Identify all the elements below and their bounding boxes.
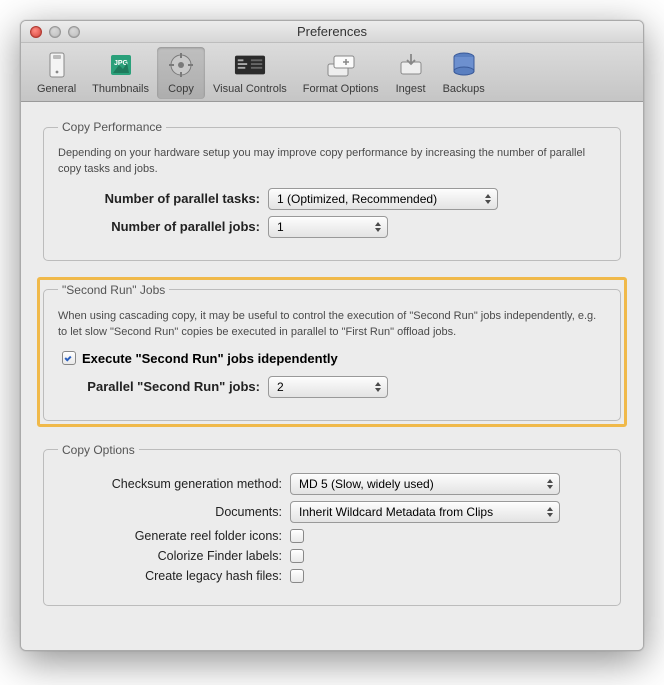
general-icon — [41, 49, 73, 81]
preferences-window: Preferences General JPG Thumbnails Copy … — [20, 20, 644, 651]
parallel-second-run-label: Parallel "Second Run" jobs: — [58, 379, 268, 394]
parallel-tasks-label: Number of parallel tasks: — [58, 191, 268, 206]
stepper-arrows-icon — [371, 217, 385, 237]
legacy-hash-label: Create legacy hash files: — [58, 569, 290, 583]
parallel-tasks-select[interactable]: 1 (Optimized, Recommended) — [268, 188, 498, 210]
toolbar-backups[interactable]: Backups — [435, 47, 493, 99]
toolbar-format-options[interactable]: Format Options — [295, 47, 387, 99]
copy-performance-desc: Depending on your hardware setup you may… — [58, 146, 606, 178]
checksum-method-label: Checksum generation method: — [58, 477, 290, 491]
toolbar: General JPG Thumbnails Copy Visual Contr… — [21, 43, 643, 102]
parallel-second-run-select[interactable]: 2 — [268, 376, 388, 398]
toolbar-copy[interactable]: Copy — [157, 47, 205, 99]
stepper-arrows-icon — [481, 189, 495, 209]
reel-icons-label: Generate reel folder icons: — [58, 529, 290, 543]
zoom-button[interactable] — [68, 26, 80, 38]
stepper-arrows-icon — [543, 474, 557, 494]
colorize-labels-checkbox[interactable] — [290, 549, 304, 563]
toolbar-thumbnails[interactable]: JPG Thumbnails — [84, 47, 157, 99]
select-value: Inherit Wildcard Metadata from Clips — [299, 505, 493, 519]
group-legend: Copy Options — [58, 443, 139, 457]
ingest-icon — [395, 49, 427, 81]
toolbar-label: Ingest — [396, 83, 426, 95]
window-title: Preferences — [21, 24, 643, 39]
second-run-desc: When using cascading copy, it may be use… — [58, 309, 606, 341]
format-options-icon — [325, 49, 357, 81]
titlebar: Preferences — [21, 21, 643, 43]
backups-icon — [448, 49, 480, 81]
close-button[interactable] — [30, 26, 42, 38]
legacy-hash-checkbox[interactable] — [290, 569, 304, 583]
documents-select[interactable]: Inherit Wildcard Metadata from Clips — [290, 501, 560, 523]
documents-label: Documents: — [58, 505, 290, 519]
toolbar-visual-controls[interactable]: Visual Controls — [205, 47, 295, 99]
select-value: 2 — [277, 380, 284, 394]
select-value: 1 — [277, 220, 284, 234]
execute-second-run-label: Execute "Second Run" jobs idependently — [82, 351, 338, 366]
thumbnails-icon: JPG — [105, 49, 137, 81]
toolbar-label: Format Options — [303, 83, 379, 95]
copy-icon — [165, 49, 197, 81]
parallel-jobs-select[interactable]: 1 — [268, 216, 388, 238]
checksum-method-select[interactable]: MD 5 (Slow, widely used) — [290, 473, 560, 495]
toolbar-label: Thumbnails — [92, 83, 149, 95]
toolbar-label: Backups — [443, 83, 485, 95]
select-value: 1 (Optimized, Recommended) — [277, 192, 437, 206]
toolbar-ingest[interactable]: Ingest — [387, 47, 435, 99]
group-legend: Copy Performance — [58, 120, 166, 134]
content-area: Copy Performance Depending on your hardw… — [21, 102, 643, 650]
toolbar-label: General — [37, 83, 76, 95]
copy-performance-group: Copy Performance Depending on your hardw… — [43, 120, 621, 261]
group-legend: "Second Run" Jobs — [58, 283, 169, 297]
second-run-highlight: "Second Run" Jobs When using cascading c… — [37, 277, 627, 427]
visual-controls-icon — [234, 49, 266, 81]
toolbar-general[interactable]: General — [29, 47, 84, 99]
colorize-labels-label: Colorize Finder labels: — [58, 549, 290, 563]
select-value: MD 5 (Slow, widely used) — [299, 477, 434, 491]
parallel-jobs-label: Number of parallel jobs: — [58, 219, 268, 234]
stepper-arrows-icon — [543, 502, 557, 522]
window-controls — [21, 26, 80, 38]
execute-second-run-checkbox[interactable] — [62, 351, 76, 365]
stepper-arrows-icon — [371, 377, 385, 397]
copy-options-group: Copy Options Checksum generation method:… — [43, 443, 621, 606]
reel-icons-checkbox[interactable] — [290, 529, 304, 543]
toolbar-label: Copy — [168, 83, 194, 95]
toolbar-label: Visual Controls — [213, 83, 287, 95]
minimize-button[interactable] — [49, 26, 61, 38]
second-run-group: "Second Run" Jobs When using cascading c… — [43, 283, 621, 421]
